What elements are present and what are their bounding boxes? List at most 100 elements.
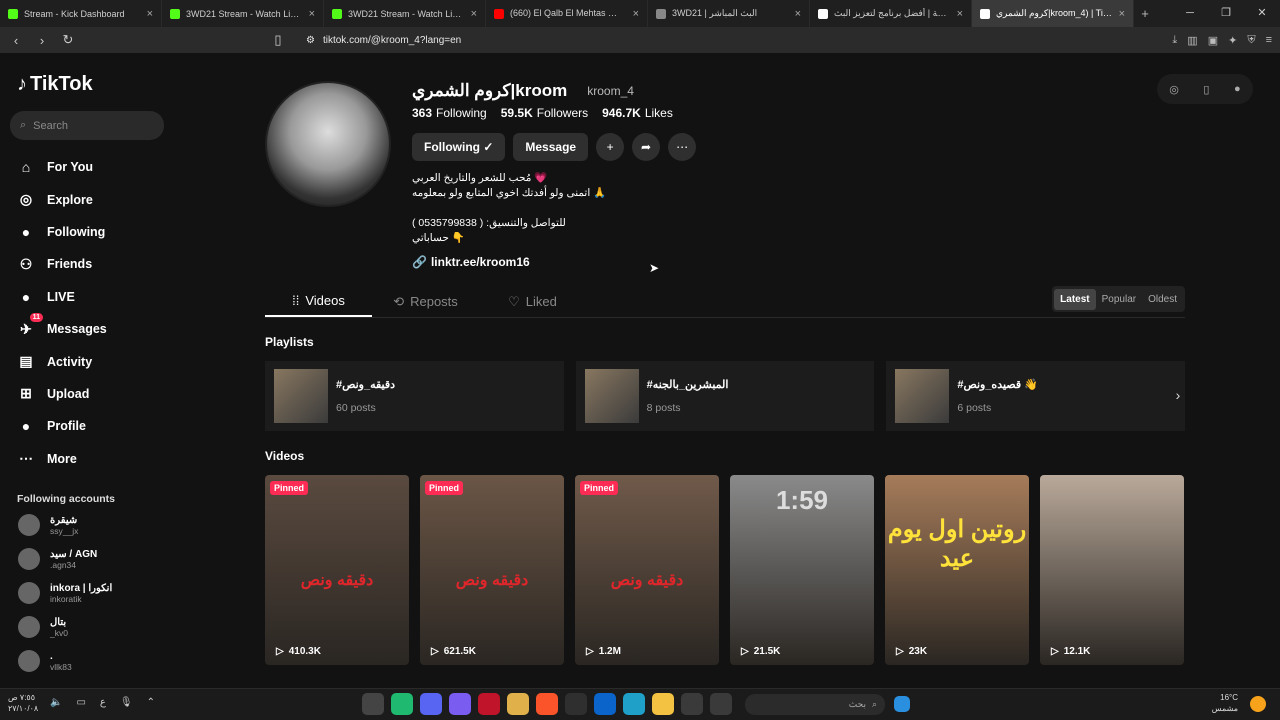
play-icon: ▷ <box>896 646 904 657</box>
close-icon[interactable]: ✕ <box>1244 0 1280 27</box>
add-friend-icon[interactable]: + <box>596 133 625 161</box>
network-icon[interactable]: ▭ <box>76 697 85 708</box>
volume-icon[interactable]: 🔈 <box>50 697 62 708</box>
profile-link[interactable]: 🔗 linktr.ee/kroom16 <box>412 255 530 269</box>
video-card[interactable]: روتين اول يوم عيد ▷ 23K <box>885 475 1029 665</box>
app-icon[interactable] <box>449 693 471 715</box>
user-avatar[interactable]: ● <box>1234 83 1241 95</box>
sidebar-item-for-you[interactable]: ⌂ For You <box>15 151 107 183</box>
browser-tab[interactable]: كروم الشمري|kroom_4) | TikTok × <box>972 0 1134 27</box>
search-input[interactable]: ⌕ Search <box>10 111 164 140</box>
tab-videos[interactable]: ⁞⁞ Videos <box>265 286 372 317</box>
brave-icon[interactable] <box>536 693 558 715</box>
playlist-card[interactable]: #قصيده_ونص 👋 6 posts <box>886 361 1186 431</box>
sort-oldest[interactable]: Oldest <box>1142 289 1183 310</box>
sidebar-item-profile[interactable]: ● Profile <box>15 410 107 442</box>
followers-stat[interactable]: 59.5K Followers <box>501 106 588 120</box>
vpn-icon[interactable]: ⛨ <box>1247 34 1255 47</box>
app-icon[interactable] <box>565 693 587 715</box>
sort-latest[interactable]: Latest <box>1054 288 1096 310</box>
windows-start-icon[interactable] <box>894 696 910 712</box>
browser-tab[interactable]: بوت الدردشة | أفضل برنامج لتعزيز البث × <box>810 0 972 27</box>
videos-heading: Videos <box>265 449 305 463</box>
profile-avatar[interactable] <box>265 81 391 207</box>
tab-reposts[interactable]: ⟲ Reposts <box>372 286 479 317</box>
app-icon[interactable] <box>710 693 732 715</box>
following-stat[interactable]: 363 Following <box>412 106 487 120</box>
share-icon[interactable]: ➦ <box>632 133 661 161</box>
video-card[interactable]: 1:59 ▷ 21.5K <box>730 475 874 665</box>
menu-icon[interactable]: ≡ <box>1266 34 1272 46</box>
sort-popular[interactable]: Popular <box>1096 289 1142 310</box>
back-icon[interactable]: ‹ <box>6 33 26 48</box>
minimize-icon[interactable]: ─ <box>1172 0 1208 27</box>
outlook-icon[interactable] <box>594 693 616 715</box>
sidebar-item-explore[interactable]: ◎ Explore <box>15 183 107 215</box>
more-options-icon[interactable]: ⋯ <box>668 133 697 161</box>
following-account[interactable]: شيقرة ssy__jx <box>18 514 78 536</box>
playlist-card[interactable]: #دقيقه_ونص 60 posts <box>265 361 564 431</box>
video-card[interactable]: Pinned دقيقه ونص ▷ 1.2M <box>575 475 719 665</box>
forward-icon[interactable]: › <box>32 33 52 48</box>
sidebar-item-more[interactable]: ⋯ More <box>15 443 107 475</box>
sidebar-item-messages[interactable]: ✈ 11 Messages <box>15 313 107 345</box>
sidebar-item-friends[interactable]: ⚇ Friends <box>15 248 107 280</box>
tab-close-icon[interactable]: × <box>795 8 801 20</box>
video-card[interactable]: ▷ 12.1K <box>1040 475 1184 665</box>
site-info-icon[interactable]: ⚙ <box>306 35 315 46</box>
maximize-icon[interactable]: ❐ <box>1208 0 1244 27</box>
app-icon[interactable] <box>478 693 500 715</box>
tab-close-icon[interactable]: × <box>147 8 153 20</box>
app-icon[interactable] <box>391 693 413 715</box>
taskbar-search[interactable]: بحث ⌕ <box>745 694 885 715</box>
tab-liked[interactable]: ♡ Liked <box>479 286 586 317</box>
video-card[interactable]: Pinned دقيقه ونص ▷ 621.5K <box>420 475 564 665</box>
edge-icon[interactable] <box>623 693 645 715</box>
app-icon[interactable] <box>507 693 529 715</box>
playlist-thumbnail <box>584 369 639 423</box>
tiktok-logo[interactable]: ♪ TikTok <box>17 73 93 96</box>
video-card[interactable]: Pinned دقيقه ونص ▷ 410.3K <box>265 475 409 665</box>
tab-close-icon[interactable]: × <box>633 8 639 20</box>
browser-tab[interactable]: (660) El Qalb El Mehtas قلب المحتاس × <box>486 0 648 27</box>
following-account[interactable]: inkora | انكورا inkoratik <box>18 582 112 604</box>
chevron-up-icon[interactable]: ⌃ <box>147 697 155 708</box>
sidebar-item-following[interactable]: ● Following <box>15 216 107 248</box>
url-field[interactable]: ⚙ tiktok.com/@kroom_4?lang=en <box>306 35 461 46</box>
following-button[interactable]: Following ✓ <box>412 133 506 161</box>
weather[interactable]: 16°C مشمس <box>1212 692 1238 714</box>
browser-tab[interactable]: 3WD21 Stream - Watch Live on Kick × <box>324 0 486 27</box>
sidebar-icon[interactable]: ▥ <box>1187 34 1197 47</box>
mic-icon[interactable]: 🎙 <box>120 697 133 708</box>
browser-tab[interactable]: 3WD21 Stream - Watch Live on Kick × <box>162 0 324 27</box>
tab-close-icon[interactable]: × <box>309 8 315 20</box>
tab-close-icon[interactable]: × <box>1119 8 1125 20</box>
tab-close-icon[interactable]: × <box>471 8 477 20</box>
new-tab-button[interactable]: + <box>1134 6 1156 21</box>
file-explorer-icon[interactable] <box>362 693 384 715</box>
following-account[interactable]: بتال _kv0 <box>18 616 68 638</box>
folder-icon[interactable] <box>652 693 674 715</box>
wallet-icon[interactable]: ▣ <box>1208 34 1218 47</box>
downloads-icon[interactable]: ⤓ <box>1172 34 1177 47</box>
clock[interactable]: ٧:٥٥ ص ٢٧/١٠/٠٨ <box>8 692 38 714</box>
tab-close-icon[interactable]: × <box>957 8 963 20</box>
leo-icon[interactable]: ✦ <box>1228 34 1237 47</box>
discord-icon[interactable] <box>420 693 442 715</box>
sidebar-item-activity[interactable]: ▤ Activity <box>15 345 107 377</box>
message-button[interactable]: Message <box>513 133 589 161</box>
reload-icon[interactable]: ↻ <box>58 32 78 48</box>
chevron-right-icon[interactable]: › <box>1166 383 1190 407</box>
sidebar-item-live[interactable]: ● LIVE <box>15 281 107 313</box>
bookmark-icon[interactable]: ▯ <box>268 32 288 48</box>
coins-icon[interactable]: ◎ <box>1169 83 1179 96</box>
sidebar-item-upload[interactable]: ⊞ Upload <box>15 378 107 410</box>
playlist-card[interactable]: #المبشرين_بالجنه 8 posts <box>575 361 875 431</box>
device-icon[interactable]: ▯ <box>1203 83 1209 96</box>
app-icon[interactable] <box>681 693 703 715</box>
language-icon[interactable]: ع <box>100 697 106 708</box>
browser-tab[interactable]: Stream - Kick Dashboard × <box>0 0 162 27</box>
browser-tab[interactable]: 3WD21 | البث المباشر × <box>648 0 810 27</box>
following-account[interactable]: سيد / AGN .agn34 <box>18 548 97 570</box>
following-account[interactable]: . vllk83 <box>18 650 72 672</box>
